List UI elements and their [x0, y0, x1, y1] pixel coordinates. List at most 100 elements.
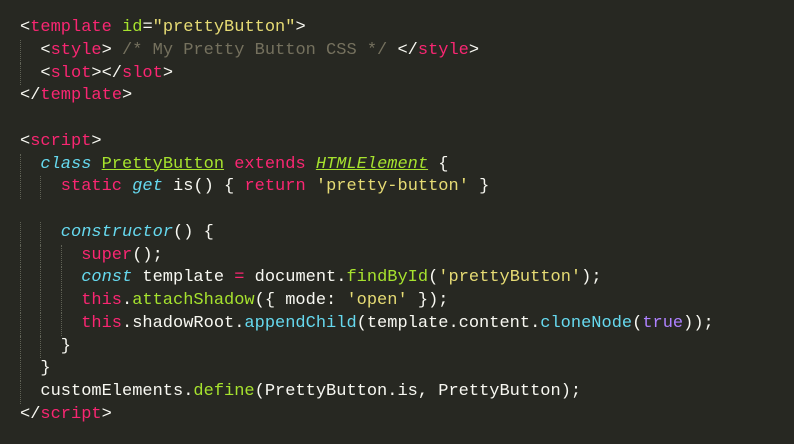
code-line[interactable] [0, 199, 794, 222]
code-token: .shadowRoot. [122, 313, 245, 333]
code-token: slot [50, 63, 92, 83]
indent-guide [60, 312, 62, 336]
code-token: > [91, 131, 102, 151]
code-token: template [132, 268, 235, 288]
code-line-content: <template id="prettyButton"> [20, 18, 306, 37]
code-token: </ [20, 404, 41, 424]
code-token: id [122, 18, 143, 37]
code-token: </ [20, 86, 41, 106]
code-token: constructor [60, 222, 174, 242]
code-token: (); [132, 245, 163, 265]
indent-guide [20, 221, 21, 245]
code-token: static [60, 177, 123, 197]
code-token: </ [387, 40, 418, 60]
code-token: < [20, 18, 31, 37]
code-token: const [81, 268, 133, 288]
code-token: . [122, 291, 133, 310]
code-token: script [30, 131, 92, 151]
code-token: ); [581, 268, 602, 288]
code-token: is() { [162, 177, 245, 197]
code-token: < [20, 131, 31, 151]
code-token: > [101, 404, 112, 424]
code-line-content: <slot></slot> [20, 64, 173, 83]
code-token: cloneNode [540, 313, 633, 333]
code-line[interactable]: class PrettyButton extends HTMLElement { [0, 153, 794, 177]
code-token: style [50, 40, 102, 60]
indent-guide [20, 267, 21, 290]
code-editor[interactable]: <template id="prettyButton"> <style> /* M… [0, 0, 794, 444]
indent-guide [20, 358, 21, 381]
indent-guide [20, 312, 21, 336]
code-token: style [417, 40, 469, 60]
indent-guide [60, 244, 62, 268]
code-line[interactable] [0, 108, 794, 131]
code-line[interactable]: constructor() { [0, 221, 794, 245]
code-token: ></ [91, 63, 123, 83]
code-token: )); [683, 313, 714, 333]
code-line[interactable]: </script> [0, 404, 794, 427]
indent-guide [40, 244, 42, 268]
code-line-content: <script> [20, 132, 102, 151]
code-token: = [234, 268, 245, 288]
code-token: } [40, 359, 51, 379]
indent-guide [20, 176, 21, 199]
code-line-content: class PrettyButton extends HTMLElement { [20, 155, 448, 174]
code-token: get [132, 177, 163, 197]
code-line-content: const template = document.findById('pret… [20, 268, 602, 288]
code-line[interactable]: </template> [0, 85, 794, 108]
code-token: appendChild [244, 313, 357, 333]
code-line[interactable]: static get is() { return 'pretty-button'… [0, 176, 794, 199]
code-token: /* My Pretty Button CSS */ [122, 40, 388, 60]
indent-guide [40, 312, 42, 336]
code-token: 'pretty-button' [315, 177, 469, 197]
indent-guide [20, 335, 21, 359]
code-token: ( [632, 313, 643, 333]
code-token: return [244, 177, 306, 197]
code-token: { [428, 154, 449, 174]
code-line-content: super(); [20, 246, 163, 265]
code-token: > [122, 86, 133, 106]
code-token: > [101, 40, 123, 60]
code-token: < [40, 63, 51, 83]
code-line-content: customElements.define(PrettyButton.is, P… [20, 382, 581, 401]
code-line[interactable]: this.attachShadow({ mode: 'open' }); [0, 290, 794, 313]
indent-guide [20, 153, 21, 177]
code-line-content: </template> [20, 86, 132, 105]
code-line-content: } [20, 359, 51, 379]
code-line-content: <style> /* My Pretty Button CSS */ </sty… [20, 41, 479, 60]
code-token: document. [244, 268, 347, 288]
code-line[interactable]: this.shadowRoot.appendChild(template.con… [0, 312, 794, 336]
code-token: define [193, 382, 255, 401]
code-token: slot [122, 63, 163, 83]
code-token: }); [407, 291, 449, 310]
code-line[interactable]: super(); [0, 244, 794, 268]
code-line-content: constructor() { [20, 223, 214, 242]
indent-guide [20, 244, 21, 268]
code-token: extends [234, 154, 306, 174]
code-token: script [40, 404, 102, 424]
code-line-content: static get is() { return 'pretty-button'… [20, 177, 490, 197]
code-line[interactable]: } [0, 335, 794, 359]
code-line[interactable]: <template id="prettyButton"> [0, 17, 794, 40]
indent-guide [20, 381, 21, 404]
code-line[interactable]: <script> [0, 131, 794, 154]
code-line[interactable]: customElements.define(PrettyButton.is, P… [0, 381, 794, 404]
code-line[interactable]: <style> /* My Pretty Button CSS */ </sty… [0, 39, 794, 63]
code-line[interactable]: } [0, 358, 794, 381]
code-line[interactable]: const template = document.findById('pret… [0, 267, 794, 290]
code-line[interactable]: <slot></slot> [0, 62, 794, 86]
code-token: > [468, 40, 480, 60]
indent-guide [20, 290, 21, 313]
code-token: attachShadow [132, 291, 255, 310]
code-token: this [81, 291, 122, 310]
code-token: PrettyButton [101, 154, 225, 174]
code-token: < [40, 40, 51, 60]
code-token: super [81, 245, 133, 265]
indent-guide [60, 267, 62, 290]
code-token: this [81, 313, 122, 333]
code-token: template [40, 86, 123, 106]
code-token: 'prettyButton' [438, 268, 582, 288]
